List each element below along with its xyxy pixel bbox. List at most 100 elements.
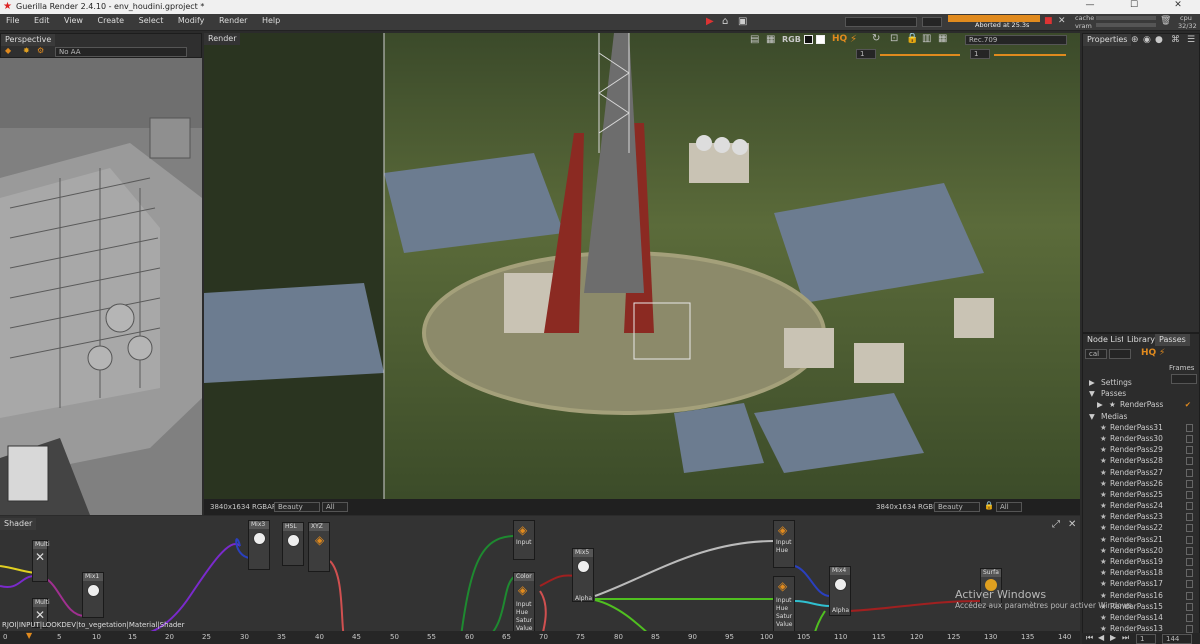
list-item[interactable]: ★ RenderPass20 <box>1083 546 1199 557</box>
props-camera-icon[interactable]: ◉ <box>1143 35 1151 45</box>
lock-icon[interactable] <box>1186 613 1193 622</box>
hsl-node[interactable]: HSL <box>282 522 304 566</box>
last-frame-icon[interactable]: ⏭ <box>1122 633 1129 643</box>
passes-hq-toggle[interactable]: HQ <box>1141 348 1156 358</box>
tab-library[interactable]: Library <box>1123 334 1159 346</box>
right-layer-dropdown[interactable]: All <box>996 502 1022 512</box>
render-option-dropdown[interactable] <box>922 17 942 27</box>
list-item[interactable]: ★ RenderPass29 <box>1083 445 1199 456</box>
left-layer-dropdown[interactable]: All <box>322 502 348 512</box>
menu-select[interactable]: Select <box>133 14 170 27</box>
exposure-slider[interactable] <box>880 54 960 56</box>
trash-icon[interactable]: 🗑 <box>1160 16 1171 26</box>
list-item[interactable]: ★ RenderPass23 <box>1083 512 1199 523</box>
mix3-node[interactable]: Mix3 <box>248 520 270 570</box>
expand-renderpass-icon[interactable]: ▶ <box>1097 400 1103 409</box>
expand-settings-icon[interactable]: ▶ <box>1089 378 1095 387</box>
hsl-knob[interactable] <box>287 534 300 547</box>
lock-icon[interactable] <box>1186 625 1193 634</box>
list-item[interactable]: ★ RenderPass18 <box>1083 568 1199 579</box>
refresh-icon[interactable]: ↻ <box>872 33 880 44</box>
color-correct-node-2[interactable]: ◈ Input Hue <box>773 520 795 568</box>
stop-render-icon[interactable]: ■ <box>1044 16 1053 26</box>
close-render-icon[interactable]: ✕ <box>1058 16 1066 26</box>
exposure-field[interactable]: 1 <box>856 49 876 59</box>
compare-icon[interactable]: ▥ <box>922 33 931 44</box>
mix-knob[interactable] <box>834 578 847 591</box>
timeline-cursor[interactable]: ▼ <box>26 631 32 640</box>
lock-icon[interactable] <box>1186 423 1193 432</box>
camera-icon[interactable]: ◆ <box>5 46 11 55</box>
xyz-node[interactable]: XYZ ◈ <box>308 522 330 572</box>
list-item[interactable]: ★ RenderPass25 <box>1083 490 1199 501</box>
tree-passes[interactable]: ▼ Passes <box>1083 389 1199 400</box>
tab-passes[interactable]: Passes <box>1155 334 1190 346</box>
crop-icon[interactable]: ⊡ <box>890 33 898 44</box>
render-settings-icon[interactable]: ▣ <box>738 16 747 27</box>
tree-settings[interactable]: ▶ Settings <box>1083 378 1199 389</box>
lock-icon[interactable] <box>1186 535 1193 544</box>
lock-icon[interactable] <box>1186 591 1193 600</box>
menu-edit[interactable]: Edit <box>28 14 56 27</box>
end-frame-field[interactable]: 144 <box>1162 634 1192 644</box>
lock-icon[interactable] <box>1186 468 1193 477</box>
lock-icon[interactable]: 🔒 <box>906 33 918 44</box>
tab-properties[interactable]: Properties <box>1083 34 1132 46</box>
tree-renderpass[interactable]: ▶ ★ RenderPass ✔ <box>1083 400 1199 411</box>
breadcrumb-path[interactable]: RJOI|INPUT|LOOKDEV|to_vegetation|Materia… <box>2 621 184 629</box>
lock-icon[interactable] <box>1186 502 1193 511</box>
lock-icon[interactable] <box>1186 602 1193 611</box>
grid-icon[interactable]: ▦ <box>938 33 947 44</box>
left-pass-dropdown[interactable]: Beauty <box>274 502 320 512</box>
expand-passes-icon[interactable]: ▼ <box>1089 389 1095 398</box>
menu-file[interactable]: File <box>0 14 25 27</box>
list-item[interactable]: ★ RenderPass28 <box>1083 456 1199 467</box>
minimize-button[interactable]: — <box>1068 0 1112 14</box>
expand-medias-icon[interactable]: ▼ <box>1089 412 1095 421</box>
tab-render[interactable]: Render <box>204 33 241 45</box>
passes-filter2-dropdown[interactable] <box>1109 349 1131 359</box>
mix5-node[interactable]: Mix5 Alpha <box>572 548 594 602</box>
right-lock-icon[interactable]: 🔒 <box>984 501 994 510</box>
passes-lightning-icon[interactable]: ⚡ <box>1159 348 1165 358</box>
white-bg-icon[interactable] <box>816 35 825 44</box>
menu-render[interactable]: Render <box>213 14 253 27</box>
first-frame-icon[interactable]: ⏮ <box>1086 633 1093 643</box>
tab-perspective[interactable]: Perspective <box>1 34 56 46</box>
menu-view[interactable]: View <box>58 14 89 27</box>
lightning-icon[interactable]: ⚡ <box>850 34 857 45</box>
menu-help[interactable]: Help <box>256 14 286 27</box>
color-correct-node-1[interactable]: ◈ Input <box>513 520 535 560</box>
render-region-icon[interactable]: ⌂ <box>722 16 728 27</box>
mix4-node[interactable]: Mix4 Alpha <box>829 566 851 616</box>
lock-icon[interactable] <box>1186 490 1193 499</box>
mix1-node[interactable]: Mix1 <box>82 572 104 618</box>
list-item[interactable]: ★ RenderPass19 <box>1083 557 1199 568</box>
list-item[interactable]: ★ RenderPass24 <box>1083 501 1199 512</box>
timeline[interactable]: ▼ 0 5 10 15 20 25 30 35 40 45 50 55 60 6… <box>0 631 1080 644</box>
menu-create[interactable]: Create <box>92 14 131 27</box>
alpha-toggle-icon[interactable] <box>804 35 813 44</box>
multiply-node-1[interactable]: Multi ✕ <box>32 540 50 582</box>
gamma-field[interactable]: 1 <box>970 49 990 59</box>
lock-icon[interactable] <box>1186 546 1193 555</box>
gamma-slider[interactable] <box>994 54 1066 56</box>
lock-icon[interactable] <box>1186 569 1193 578</box>
menu-modify[interactable]: Modify <box>172 14 211 27</box>
prev-frame-icon[interactable]: ◀ <box>1098 633 1104 642</box>
save-image-icon[interactable]: ▤ <box>750 34 759 45</box>
list-item[interactable]: ★ RenderPass26 <box>1083 479 1199 490</box>
mix-knob[interactable] <box>253 532 266 545</box>
list-item[interactable]: ★ RenderPass27 <box>1083 468 1199 479</box>
passes-filter-dropdown[interactable]: cal <box>1085 349 1107 359</box>
render-view[interactable]: ▤ ▦ RGB HQ ⚡ ↻ ⊡ 🔒 ▥ ▦ Rec.709 1 1 Rende… <box>204 33 1080 515</box>
light-icon[interactable]: ✸ <box>23 46 30 55</box>
list-item[interactable]: ★ RenderPass31 <box>1083 423 1199 434</box>
aa-dropdown[interactable]: No AA <box>55 47 187 57</box>
props-pin-icon[interactable]: ⊕ <box>1131 35 1139 45</box>
tree-medias[interactable]: ▼ Medias <box>1083 412 1199 423</box>
lock-icon[interactable] <box>1186 446 1193 455</box>
list-item[interactable]: ★ RenderPass14 <box>1083 613 1199 624</box>
hq-toggle[interactable]: HQ <box>832 34 847 44</box>
tab-node-list[interactable]: Node List <box>1083 334 1129 346</box>
